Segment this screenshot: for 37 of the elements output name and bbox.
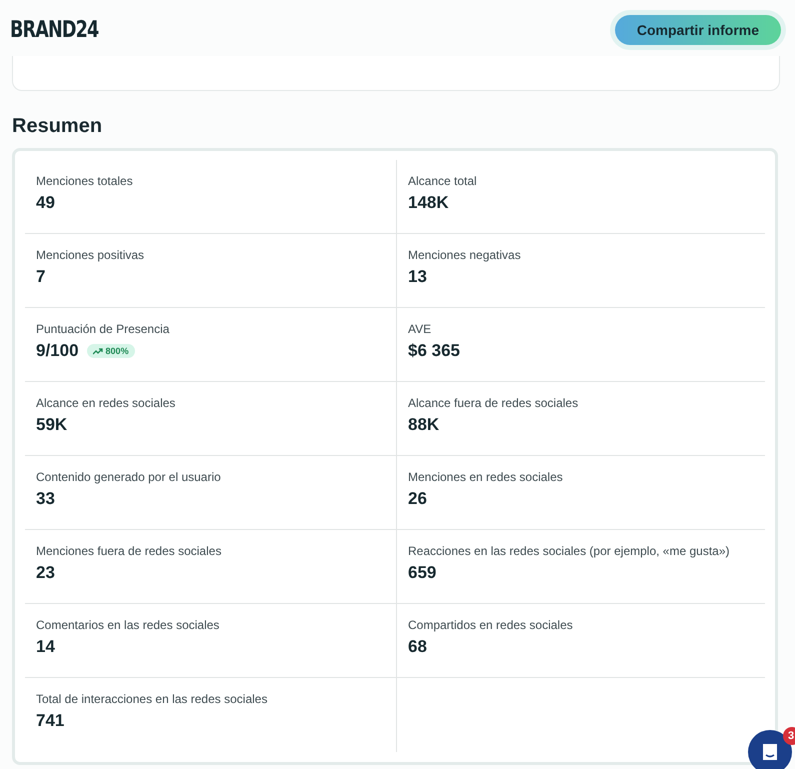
metric-value: 59K <box>36 415 68 435</box>
metric-value: $6 365 <box>408 341 460 361</box>
metric-value: 26 <box>408 489 427 509</box>
metric-value: 88K <box>408 415 440 435</box>
metric-label: Total de interacciones en las redes sociales <box>36 692 268 706</box>
metric-value: 23 <box>36 563 55 583</box>
metric-value: 14 <box>36 637 55 657</box>
metric-label: Contenido generado por el usuario <box>36 470 222 484</box>
metric-label: Menciones negativas <box>408 248 522 262</box>
metric-value: 741 <box>36 711 64 731</box>
metric-value: 13 <box>408 267 427 287</box>
metric-label: AVE <box>408 322 432 336</box>
metric-label: Menciones fuera de redes sociales <box>36 544 222 558</box>
metric-label: Compartidos en redes sociales <box>408 618 574 632</box>
metric-label: Puntuación de Presencia <box>36 322 170 336</box>
brand-logo: BRAND24 <box>10 17 98 43</box>
metric-label: Alcance total <box>408 174 478 188</box>
notification-badge: 3 <box>783 727 795 745</box>
metric-value: 659 <box>408 563 436 583</box>
trend-up-icon <box>92 348 103 354</box>
metric-value: 7 <box>36 267 46 287</box>
metric-label: Alcance fuera de redes sociales <box>408 396 580 410</box>
metric-value: 9/100 <box>36 341 79 361</box>
metric-label: Alcance en redes sociales <box>36 396 176 410</box>
chat-icon <box>760 742 780 762</box>
metric-label: Comentarios en las redes sociales <box>36 618 220 632</box>
metric-value: 49 <box>36 193 55 213</box>
metric-label: Menciones en redes sociales <box>408 470 564 484</box>
metric-label: Reacciones en las redes sociales (por ejemplo, «me gusta») <box>408 544 730 558</box>
change-chip: 800% <box>86 344 135 358</box>
metric-label: Menciones positivas <box>36 248 146 262</box>
metric-label: Menciones totales <box>36 174 134 188</box>
section-title: Resumen <box>12 115 104 138</box>
share-report-button[interactable]: Compartir informe <box>614 15 781 45</box>
metric-value: 68 <box>408 637 427 657</box>
metric-value: 148K <box>408 193 449 213</box>
metric-value: 33 <box>36 489 55 509</box>
